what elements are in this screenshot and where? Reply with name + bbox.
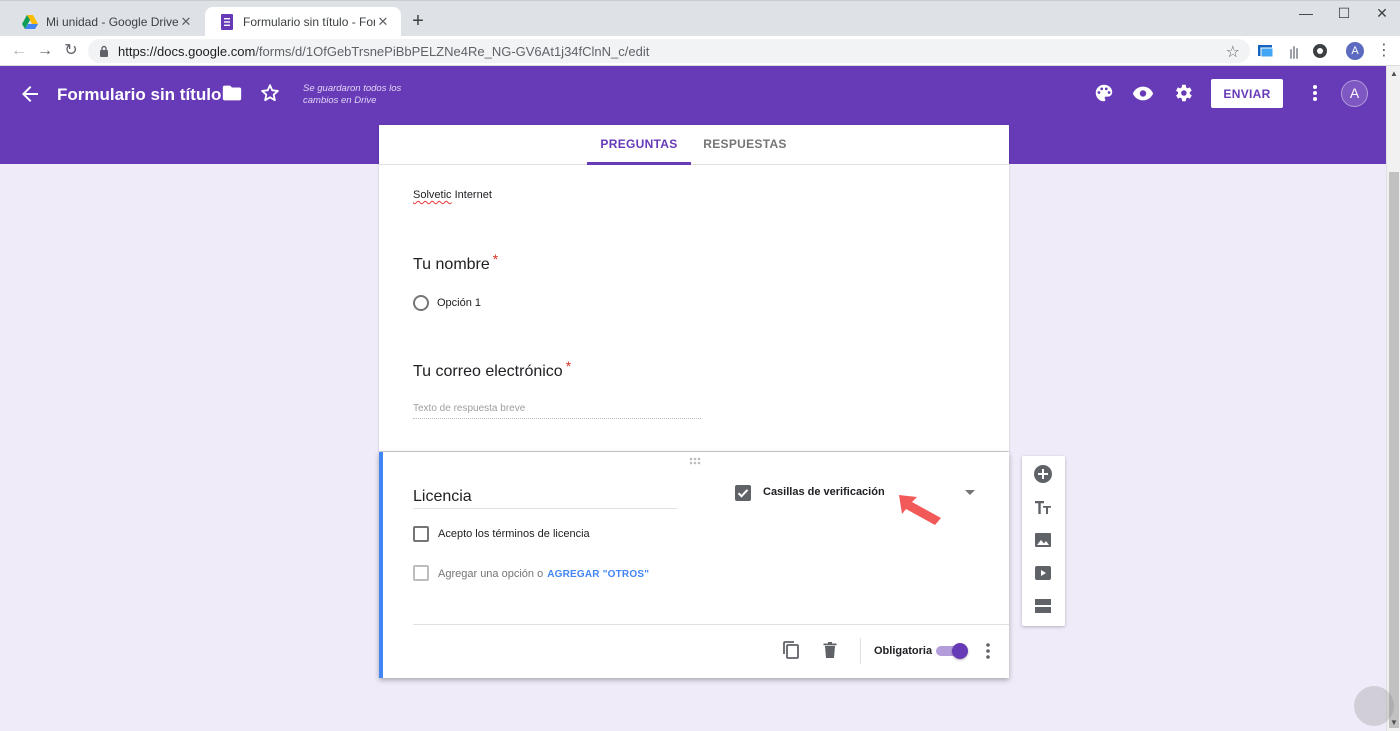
extension-circle-icon[interactable] bbox=[1311, 42, 1329, 60]
preview-eye-icon[interactable] bbox=[1132, 82, 1154, 104]
question-title-text: Tu correo electrónico bbox=[413, 363, 563, 380]
required-toggle[interactable] bbox=[936, 643, 968, 659]
add-other-link[interactable]: AGREGAR "OTROS" bbox=[547, 569, 649, 580]
description-word: Solvetic bbox=[413, 189, 452, 201]
form-title[interactable]: Formulario sin título bbox=[57, 85, 221, 105]
scroll-down-icon[interactable]: ▼ bbox=[1390, 718, 1398, 727]
save-status: Se guardaron todos los cambios en Drive bbox=[303, 83, 402, 106]
form-tabs: PREGUNTAS RESPUESTAS bbox=[379, 125, 1009, 165]
settings-gear-icon[interactable] bbox=[1172, 82, 1194, 104]
red-arrow-annotation bbox=[899, 495, 941, 525]
browser-tab-bar: Mi unidad - Google Drive ✕ Formulario si… bbox=[0, 0, 1400, 37]
star-icon[interactable] bbox=[259, 82, 281, 104]
question-type-label: Casillas de verificación bbox=[763, 486, 885, 498]
tab-title: Mi unidad - Google Drive bbox=[46, 15, 178, 29]
tab-google-forms[interactable]: Formulario sin título - Formularios ✕ bbox=[205, 7, 401, 37]
account-avatar[interactable]: A bbox=[1341, 80, 1368, 107]
vertical-separator bbox=[860, 638, 861, 664]
back-arrow-icon[interactable] bbox=[18, 82, 42, 106]
dropdown-caret-icon bbox=[965, 490, 975, 495]
checkbox-option-label[interactable]: Acepto los términos de licencia bbox=[438, 528, 590, 540]
browser-profile-avatar[interactable]: A bbox=[1346, 42, 1364, 60]
add-option-row: Agregar una opción o AGREGAR "OTROS" bbox=[438, 568, 649, 580]
scroll-thumb[interactable] bbox=[1389, 172, 1399, 728]
question-title-input[interactable]: Licencia bbox=[413, 488, 677, 509]
question-title-email[interactable]: Tu correo electrónico * bbox=[413, 358, 571, 381]
url-host: https://docs.google.com bbox=[118, 43, 256, 59]
new-tab-button[interactable]: + bbox=[408, 11, 428, 31]
folder-icon[interactable] bbox=[221, 82, 243, 104]
google-forms-icon bbox=[219, 14, 235, 30]
required-mark: * bbox=[565, 358, 572, 374]
add-option-checkbox bbox=[413, 565, 429, 581]
short-answer-placeholder: Texto de respuesta breve bbox=[413, 403, 701, 419]
maximize-icon[interactable]: ☐ bbox=[1336, 5, 1352, 21]
page-scrollbar[interactable]: ▲ ▼ bbox=[1386, 66, 1400, 731]
lock-icon bbox=[100, 45, 108, 57]
toggle-knob bbox=[952, 643, 968, 659]
title-text-icon[interactable] bbox=[1033, 497, 1053, 517]
tab-title: Formulario sin título - Formularios bbox=[243, 15, 375, 29]
extension-screenshot-icon[interactable] bbox=[1257, 42, 1275, 60]
image-icon[interactable] bbox=[1033, 530, 1053, 550]
minimize-icon[interactable]: — bbox=[1298, 5, 1314, 21]
url-path: /forms/d/1OfGebTrsnePiBbPELZNe4Re_NG-GV6… bbox=[255, 43, 650, 59]
browser-toolbar: ← → ↻ https://docs.google.com/forms/d/1O… bbox=[0, 36, 1400, 66]
bookmark-star-icon[interactable]: ☆ bbox=[1226, 42, 1240, 62]
side-toolbar bbox=[1022, 456, 1065, 626]
radio-option-label: Opción 1 bbox=[437, 297, 482, 309]
extension-hand-icon[interactable] bbox=[1285, 42, 1303, 60]
address-bar[interactable]: https://docs.google.com/forms/d/1OfGebTr… bbox=[88, 39, 1250, 63]
question-title-name[interactable]: Tu nombre * bbox=[413, 251, 498, 274]
add-option-link[interactable]: Agregar una opción bbox=[438, 568, 534, 580]
delete-trash-icon[interactable] bbox=[820, 640, 840, 660]
question-title-text: Tu nombre bbox=[413, 256, 490, 273]
palette-icon[interactable] bbox=[1093, 82, 1115, 104]
add-question-icon[interactable] bbox=[1033, 464, 1053, 484]
form-sheet: PREGUNTAS RESPUESTAS Solvetic Internet T… bbox=[379, 125, 1009, 451]
description-word: Internet bbox=[451, 189, 492, 201]
option-checkbox[interactable] bbox=[413, 526, 429, 542]
tab-questions[interactable]: PREGUNTAS bbox=[587, 125, 691, 165]
tab-close-icon[interactable]: ✕ bbox=[178, 14, 194, 30]
google-drive-icon bbox=[22, 14, 38, 30]
video-icon[interactable] bbox=[1033, 563, 1053, 583]
required-label: Obligatoria bbox=[874, 645, 933, 657]
active-question-card[interactable]: Licencia Casillas de verificación Acepto… bbox=[379, 452, 1009, 678]
duplicate-icon[interactable] bbox=[781, 640, 801, 660]
or-separator: o bbox=[537, 568, 544, 580]
more-options-icon[interactable] bbox=[1305, 82, 1325, 104]
send-button[interactable]: ENVIAR bbox=[1211, 79, 1283, 108]
forward-icon[interactable]: → bbox=[34, 40, 56, 62]
reload-icon[interactable]: ↻ bbox=[60, 40, 82, 62]
question-more-icon[interactable] bbox=[983, 641, 993, 661]
form-description[interactable]: Solvetic Internet bbox=[413, 189, 492, 201]
scroll-up-icon[interactable]: ▲ bbox=[1390, 69, 1398, 78]
required-mark: * bbox=[492, 251, 499, 267]
window-close-icon[interactable]: ✕ bbox=[1374, 5, 1390, 21]
tab-close-icon[interactable]: ✕ bbox=[375, 14, 391, 30]
question-type-dropdown[interactable]: Casillas de verificación bbox=[735, 484, 981, 506]
section-icon[interactable] bbox=[1033, 596, 1053, 616]
back-icon[interactable]: ← bbox=[8, 40, 30, 62]
card-divider bbox=[413, 624, 1009, 625]
watermark-logo bbox=[1354, 686, 1394, 726]
drag-handle-icon[interactable] bbox=[689, 457, 705, 465]
tab-google-drive[interactable]: Mi unidad - Google Drive ✕ bbox=[8, 7, 204, 37]
checkbox-type-icon bbox=[735, 485, 751, 501]
browser-menu-icon[interactable]: ⋮ bbox=[1376, 42, 1392, 60]
radio-button[interactable] bbox=[413, 295, 429, 311]
tab-responses[interactable]: RESPUESTAS bbox=[699, 125, 791, 165]
